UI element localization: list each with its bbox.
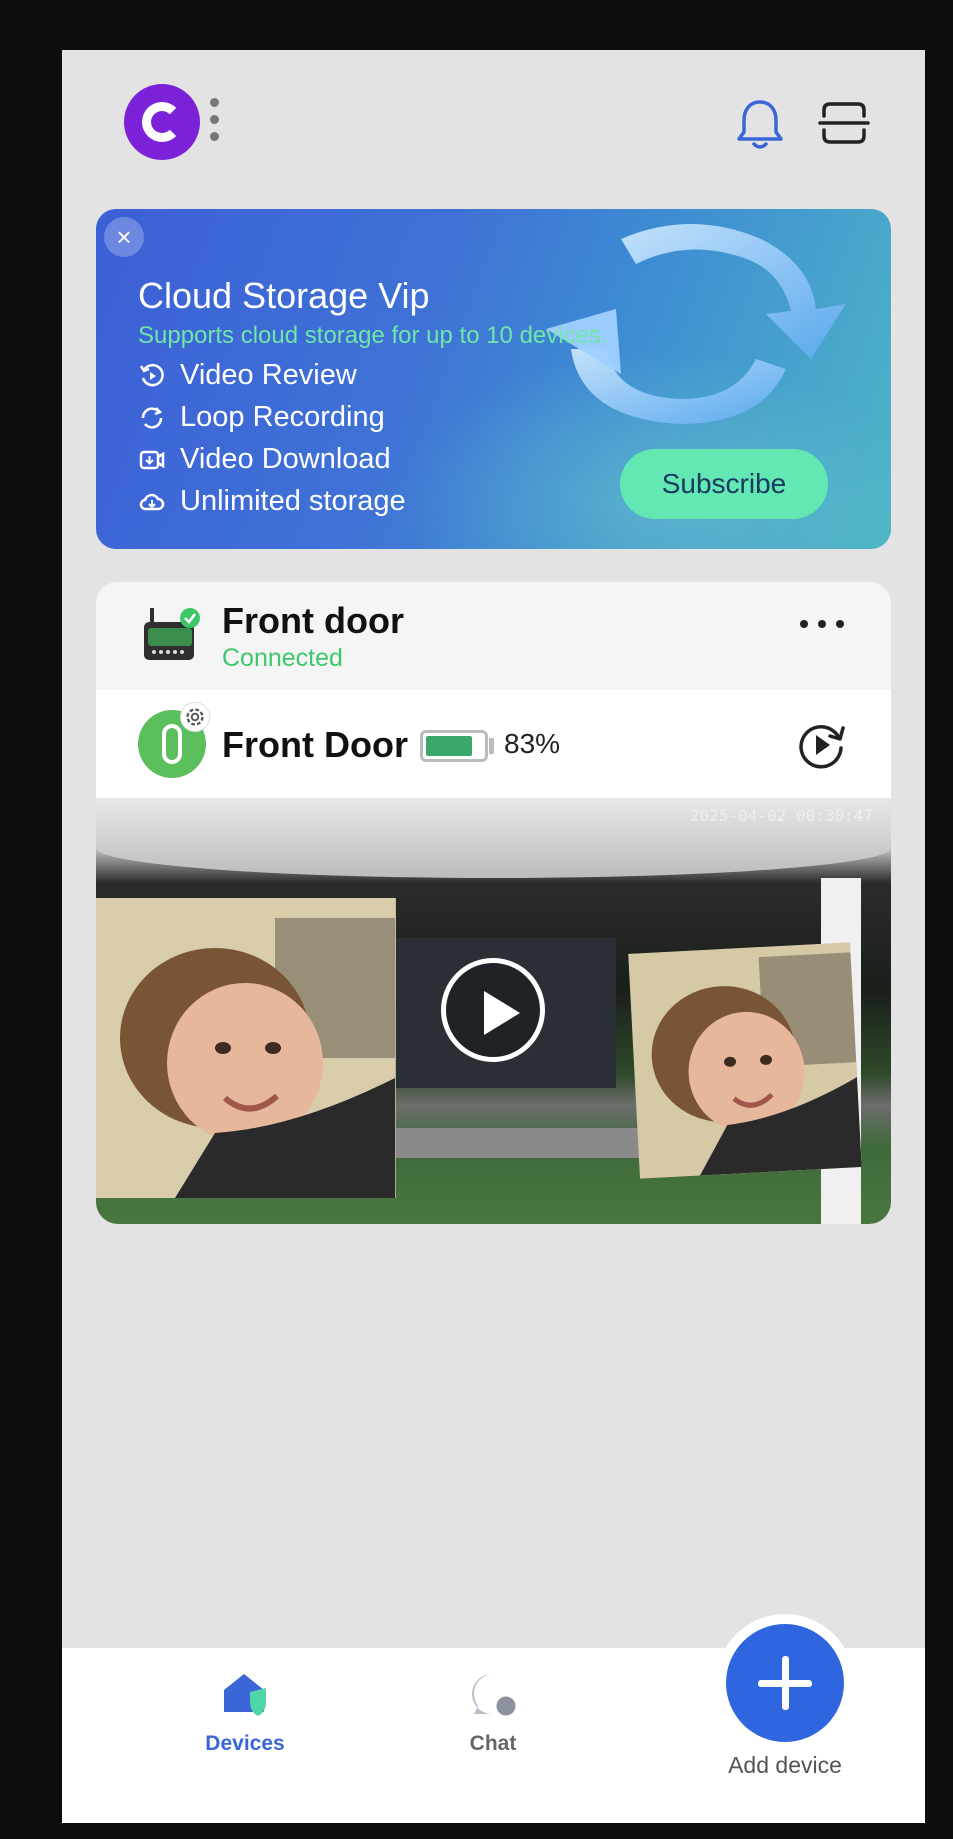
- child-photo-image: [628, 942, 862, 1179]
- app-screen: × Cloud Storage Vip Supports cloud stora…: [62, 50, 925, 1823]
- video-timestamp: 2025-04-02 00:30:47: [689, 806, 873, 825]
- camera-preview[interactable]: 2025-04-02 00:30:47: [96, 798, 891, 1224]
- hub-device-icon: [144, 608, 200, 660]
- play-button[interactable]: [441, 958, 545, 1062]
- subscribe-button[interactable]: Subscribe: [620, 449, 828, 519]
- feature-loop-recording: Loop Recording: [138, 401, 385, 434]
- child-photo-image: [96, 898, 395, 1198]
- banner-title: Cloud Storage Vip: [138, 275, 430, 316]
- hub-row[interactable]: Front door Connected: [96, 582, 891, 690]
- bell-icon[interactable]: [735, 96, 785, 152]
- tab-chat[interactable]: Chat: [403, 1648, 583, 1768]
- camera-row[interactable]: Front Door 83%: [96, 690, 891, 798]
- feature-video-download: Video Download: [138, 443, 391, 476]
- feature-video-review: Video Review: [138, 359, 357, 392]
- cloud-icon: [139, 493, 165, 510]
- device-card: Front door Connected Front Door 83% 2025…: [96, 582, 891, 1224]
- feature-label: Unlimited storage: [180, 485, 406, 517]
- battery-tip: [489, 738, 494, 754]
- playback-icon[interactable]: [794, 718, 848, 772]
- add-device-label: Add device: [728, 1752, 842, 1778]
- logo-c-icon: [142, 102, 182, 142]
- scan-icon[interactable]: [818, 100, 870, 146]
- feature-label: Loop Recording: [180, 401, 385, 433]
- banner-subtitle: Supports cloud storage for up to 10 devi…: [138, 322, 608, 349]
- more-options-icon[interactable]: [800, 620, 844, 634]
- feature-label: Video Download: [180, 443, 391, 475]
- hub-status: Connected: [222, 644, 343, 672]
- feature-label: Video Review: [180, 359, 357, 391]
- logo-menu-dots-icon[interactable]: [210, 98, 222, 148]
- photo-overlay-left: [96, 898, 396, 1198]
- cloud-storage-banner[interactable]: × Cloud Storage Vip Supports cloud stora…: [96, 209, 891, 549]
- app-logo[interactable]: [124, 84, 200, 160]
- settings-gear-icon[interactable]: [180, 702, 210, 732]
- banner-close-button[interactable]: ×: [104, 217, 144, 257]
- tab-devices[interactable]: Devices: [155, 1648, 335, 1768]
- chat-bubble-icon: [472, 1674, 519, 1719]
- battery-level-fill: [426, 736, 472, 756]
- add-device-button[interactable]: [726, 1624, 844, 1742]
- battery-percent: 83%: [504, 728, 561, 759]
- download-icon: [139, 450, 165, 469]
- battery-icon: [420, 730, 488, 762]
- feature-unlimited-storage: Unlimited storage: [138, 485, 406, 518]
- camera-name: Front Door: [222, 724, 408, 765]
- tab-label: Chat: [469, 1732, 517, 1755]
- devices-home-icon: [224, 1674, 266, 1716]
- hub-name: Front door: [222, 600, 404, 641]
- tab-label: Devices: [205, 1732, 285, 1755]
- replay-icon: [139, 363, 164, 386]
- loop-icon: [141, 406, 163, 429]
- photo-overlay-right: [628, 942, 862, 1179]
